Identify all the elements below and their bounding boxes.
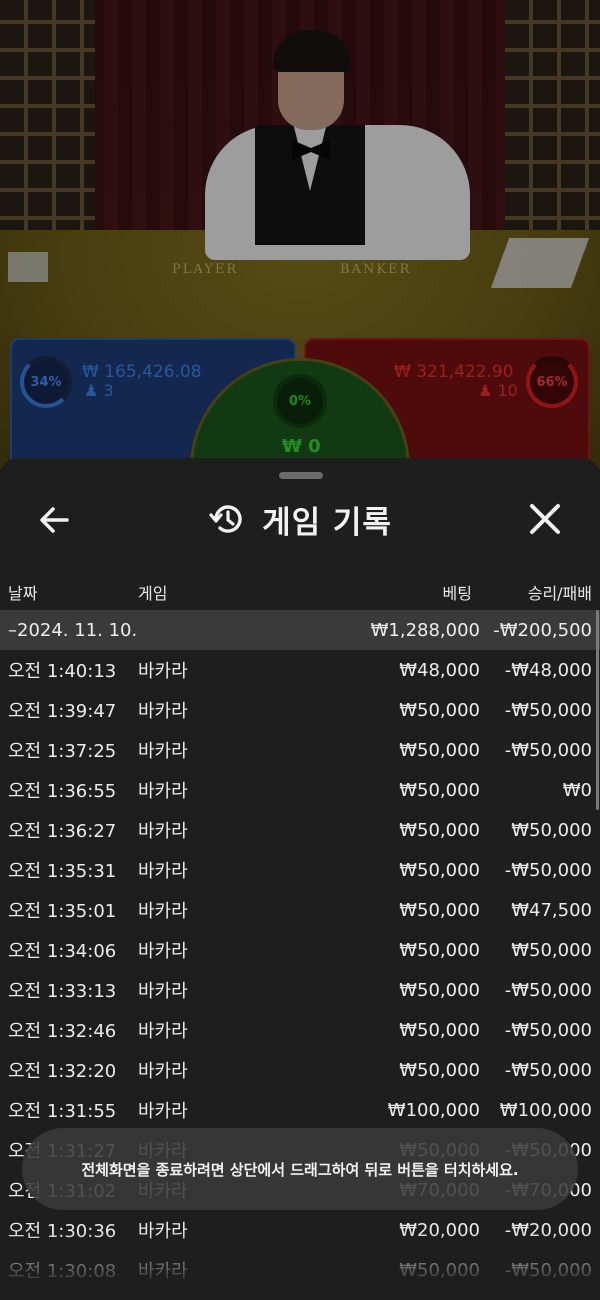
history-row[interactable]: 오전 1:34:06 바카라 ₩50,000 ₩50,000 <box>0 930 600 970</box>
background-dim-overlay <box>0 0 600 470</box>
row-result: ₩50,000 <box>511 819 592 841</box>
date-group-result-total: -₩200,500 <box>493 619 592 641</box>
row-time: 오전 1:36:55 <box>8 781 117 802</box>
row-game: 바카라 <box>138 1101 188 1122</box>
history-row[interactable]: 오전 1:35:31 바카라 ₩50,000 -₩50,000 <box>0 850 600 890</box>
row-time: 오전 1:30:08 <box>8 1261 117 1282</box>
drag-handle[interactable] <box>279 472 323 479</box>
column-header-result: 승리/패배 <box>527 584 592 603</box>
sheet-header: 게임 기록 <box>0 488 600 550</box>
row-game: 바카라 <box>138 701 188 722</box>
row-bet: ₩50,000 <box>399 779 480 801</box>
history-row[interactable]: 오전 1:35:01 바카라 ₩50,000 ₩47,500 <box>0 890 600 930</box>
row-bet: ₩20,000 <box>399 1219 480 1241</box>
row-time: 오전 1:35:01 <box>8 901 117 922</box>
row-result: -₩50,000 <box>504 1059 592 1081</box>
row-result: ₩0 <box>562 779 592 801</box>
row-bet: ₩100,000 <box>387 1099 480 1121</box>
row-result: -₩50,000 <box>504 1019 592 1041</box>
row-time: 오전 1:36:27 <box>8 821 117 842</box>
row-time: 오전 1:37:25 <box>8 741 117 762</box>
row-result: -₩50,000 <box>504 859 592 881</box>
row-game: 바카라 <box>138 861 188 882</box>
row-time: 오전 1:32:20 <box>8 1061 117 1082</box>
row-result: ₩47,500 <box>511 899 592 921</box>
history-row[interactable]: 오전 1:32:46 바카라 ₩50,000 -₩50,000 <box>0 1010 600 1050</box>
row-time: 오전 1:30:36 <box>8 1221 117 1242</box>
row-bet: ₩50,000 <box>399 739 480 761</box>
row-game: 바카라 <box>138 1021 188 1042</box>
row-game: 바카라 <box>138 981 188 1002</box>
row-result: -₩50,000 <box>504 739 592 761</box>
row-bet: ₩50,000 <box>399 939 480 961</box>
row-time: 오전 1:33:13 <box>8 981 117 1002</box>
column-header-date: 날짜 <box>8 584 38 603</box>
row-game: 바카라 <box>138 821 188 842</box>
row-time: 오전 1:34:06 <box>8 941 117 962</box>
row-game: 바카라 <box>138 781 188 802</box>
row-result: ₩50,000 <box>511 939 592 961</box>
row-result: -₩50,000 <box>504 1259 592 1281</box>
fullscreen-exit-toast: 전체화면을 종료하려면 상단에서 드래그하여 뒤로 버튼을 터치하세요. <box>22 1128 578 1210</box>
back-arrow-icon <box>40 507 69 533</box>
history-row[interactable]: 오전 1:30:36 바카라 ₩20,000 -₩20,000 <box>0 1210 600 1250</box>
history-row[interactable]: 오전 1:37:25 바카라 ₩50,000 -₩50,000 <box>0 730 600 770</box>
column-header-game: 게임 <box>138 584 168 603</box>
row-game: 바카라 <box>138 1261 188 1282</box>
row-bet: ₩50,000 <box>399 859 480 881</box>
row-result: -₩50,000 <box>504 979 592 1001</box>
close-icon <box>530 504 560 534</box>
close-button[interactable] <box>524 498 566 540</box>
row-bet: ₩50,000 <box>399 699 480 721</box>
row-time: 오전 1:39:47 <box>8 701 117 722</box>
row-game: 바카라 <box>138 741 188 762</box>
history-row[interactable]: 오전 1:33:13 바카라 ₩50,000 -₩50,000 <box>0 970 600 1010</box>
history-icon <box>209 505 242 533</box>
history-row[interactable]: 오전 1:36:27 바카라 ₩50,000 ₩50,000 <box>0 810 600 850</box>
scrollbar[interactable] <box>596 610 599 810</box>
history-row[interactable]: 오전 1:30:08 바카라 ₩50,000 -₩50,000 <box>0 1250 600 1290</box>
date-group-row[interactable]: –2024. 11. 10. ₩1,288,000 -₩200,500 <box>0 610 600 650</box>
history-row[interactable]: 오전 1:36:55 바카라 ₩50,000 ₩0 <box>0 770 600 810</box>
row-game: 바카라 <box>138 901 188 922</box>
history-row[interactable]: 오전 1:32:20 바카라 ₩50,000 -₩50,000 <box>0 1050 600 1090</box>
row-result: -₩20,000 <box>504 1219 592 1241</box>
sheet-title: 게임 기록 <box>262 504 392 541</box>
sheet-title-group: 게임 기록 <box>0 488 600 550</box>
column-header-bet: 베팅 <box>442 584 472 603</box>
row-game: 바카라 <box>138 661 188 682</box>
row-result: ₩100,000 <box>499 1099 592 1121</box>
row-bet: ₩50,000 <box>399 1019 480 1041</box>
row-bet: ₩50,000 <box>399 899 480 921</box>
row-time: 오전 1:40:13 <box>8 661 117 682</box>
date-group-bet-total: ₩1,288,000 <box>370 619 480 641</box>
history-row[interactable]: 오전 1:31:55 바카라 ₩100,000 ₩100,000 <box>0 1090 600 1130</box>
row-game: 바카라 <box>138 1061 188 1082</box>
row-game: 바카라 <box>138 1221 188 1242</box>
row-result: -₩48,000 <box>504 659 592 681</box>
row-bet: ₩48,000 <box>399 659 480 681</box>
row-game: 바카라 <box>138 941 188 962</box>
history-row[interactable]: 오전 1:40:13 바카라 ₩48,000 -₩48,000 <box>0 650 600 690</box>
row-time: 오전 1:32:46 <box>8 1021 117 1042</box>
row-time: 오전 1:35:31 <box>8 861 117 882</box>
row-bet: ₩50,000 <box>399 1059 480 1081</box>
row-bet: ₩50,000 <box>399 1259 480 1281</box>
back-button[interactable] <box>34 500 74 540</box>
toast-message: 전체화면을 종료하려면 상단에서 드래그하여 뒤로 버튼을 터치하세요. <box>81 1160 519 1179</box>
row-result: -₩50,000 <box>504 699 592 721</box>
date-group-label: –2024. 11. 10. <box>8 619 138 641</box>
row-bet: ₩50,000 <box>399 979 480 1001</box>
history-row[interactable]: 오전 1:39:47 바카라 ₩50,000 -₩50,000 <box>0 690 600 730</box>
row-bet: ₩50,000 <box>399 819 480 841</box>
row-time: 오전 1:31:55 <box>8 1101 117 1122</box>
